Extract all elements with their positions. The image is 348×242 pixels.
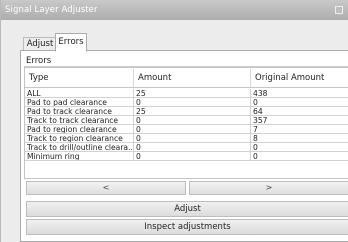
table-row[interactable]: Pad to region clearance 0 7	[25, 125, 348, 134]
table-row[interactable]: Track to drill/outline cleara... 0 0	[25, 143, 348, 152]
cell-type: Pad to pad clearance	[25, 98, 134, 107]
cell-type: Pad to region clearance	[25, 125, 134, 134]
column-header-amount[interactable]: Amount	[134, 69, 251, 88]
cell-amount: 0	[134, 152, 251, 161]
table-row[interactable]: Minimum ring 0 0	[25, 152, 348, 161]
cell-original-amount: 438	[251, 89, 348, 98]
cell-original-amount: 0	[251, 98, 348, 107]
title-bar[interactable]: Signal Layer Adjuster	[1, 0, 348, 20]
inspect-adjustments-button[interactable]: Inspect adjustments	[26, 219, 348, 235]
cell-original-amount: 8	[251, 134, 348, 143]
cell-amount: 0	[134, 125, 251, 134]
next-button[interactable]: >	[189, 181, 348, 195]
column-header-type[interactable]: Type	[25, 69, 134, 88]
tab-errors[interactable]: Errors	[55, 33, 87, 52]
window-title: Signal Layer Adjuster	[5, 5, 98, 15]
table-row[interactable]: ALL 25 438	[25, 89, 348, 98]
cell-type: ALL	[25, 89, 134, 98]
table-row[interactable]: Track to region clearance 0 8	[25, 134, 348, 143]
cell-amount: 25	[134, 107, 251, 116]
cell-type: Track to region clearance	[25, 134, 134, 143]
cell-amount: 0	[134, 98, 251, 107]
window-menu-icon[interactable]	[335, 6, 343, 14]
cell-type: Minimum ring	[25, 152, 134, 161]
adjust-button[interactable]: Adjust	[26, 201, 348, 217]
cell-original-amount: 7	[251, 125, 348, 134]
cell-original-amount: 0	[251, 143, 348, 152]
errors-group-title: Errors	[26, 56, 52, 66]
column-header-original-amount[interactable]: Original Amount	[251, 69, 348, 88]
table-row[interactable]: Pad to track clearance 25 64	[25, 107, 348, 116]
cell-original-amount: 64	[251, 107, 348, 116]
tab-adjust[interactable]: Adjust	[23, 37, 57, 51]
cell-type: Track to drill/outline cleara...	[25, 143, 134, 152]
table-row[interactable]: Track to track clearance 0 357	[25, 116, 348, 125]
cell-original-amount: 0	[251, 152, 348, 161]
cell-amount: 0	[134, 143, 251, 152]
cell-amount: 0	[134, 134, 251, 143]
cell-amount: 25	[134, 89, 251, 98]
table-row[interactable]: Pad to pad clearance 0 0	[25, 98, 348, 107]
signal-layer-adjuster-window: Signal Layer Adjuster Adjust Errors Erro…	[0, 0, 348, 242]
cell-type: Pad to track clearance	[25, 107, 134, 116]
previous-button[interactable]: <	[26, 181, 186, 195]
cell-original-amount: 357	[251, 116, 348, 125]
cell-type: Track to track clearance	[25, 116, 134, 125]
cell-amount: 0	[134, 116, 251, 125]
